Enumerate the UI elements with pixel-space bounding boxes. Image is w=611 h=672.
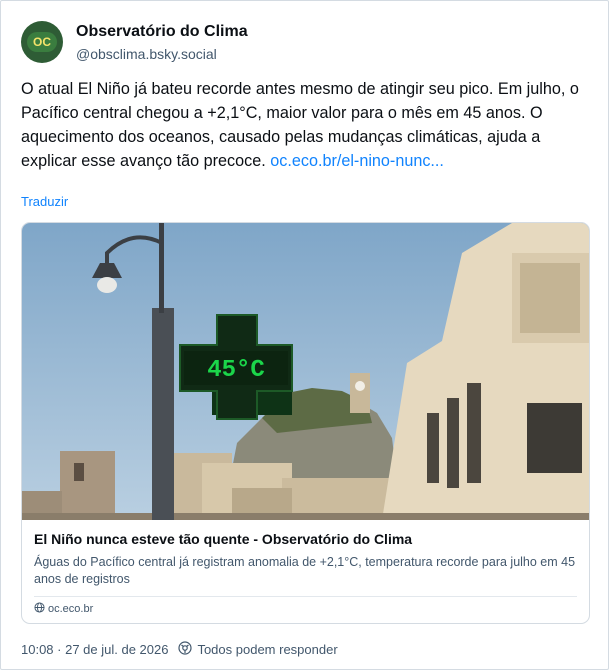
link-card-domain: oc.eco.br: [34, 602, 93, 616]
author-handle[interactable]: @obsclima.bsky.social: [76, 46, 217, 62]
globe-icon: [34, 602, 45, 616]
author-display-name[interactable]: Observatório do Clima: [76, 23, 248, 41]
post-meta: 10:08 · 27 de jul. de 2026 Todos podem r…: [21, 641, 338, 658]
author-avatar[interactable]: OC: [21, 21, 63, 63]
link-card-image: 45°C: [22, 223, 589, 520]
link-card-domain-text: oc.eco.br: [48, 603, 94, 615]
post-link[interactable]: oc.eco.br/el-nino-nunc...: [270, 152, 444, 170]
link-card-title[interactable]: El Niño nunca esteve tão quente - Observ…: [34, 531, 412, 547]
link-card[interactable]: 45°C El Niño nunca esteve tão quente - O…: [21, 222, 590, 624]
translate-link[interactable]: Traduzir: [21, 194, 68, 209]
post-timestamp[interactable]: 10:08 · 27 de jul. de 2026: [21, 642, 168, 657]
avatar-logo: OC: [27, 32, 57, 52]
reply-settings-icon: [178, 641, 193, 658]
link-card-divider: [34, 596, 577, 597]
post-container: OC Observatório do Clima @obsclima.bsky.…: [0, 0, 609, 670]
post-text: O atual El Niño já bateu recorde antes m…: [21, 77, 593, 173]
link-card-description: Águas do Pacífico central já registram a…: [34, 555, 576, 586]
sign-temperature-text: 45°C: [207, 357, 265, 384]
reply-settings-text[interactable]: Todos podem responder: [197, 642, 337, 657]
